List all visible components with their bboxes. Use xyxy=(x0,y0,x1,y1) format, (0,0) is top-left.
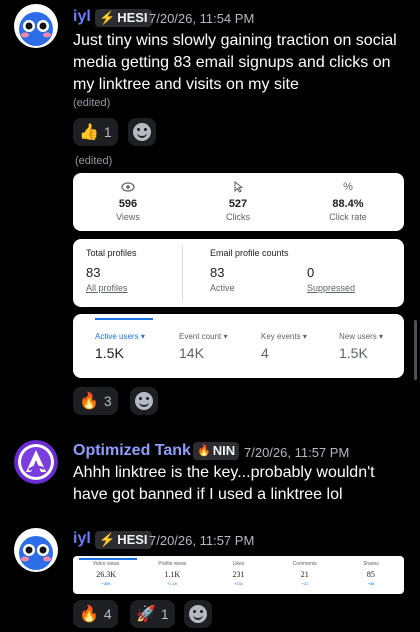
message-3: iyl ⚡ HESI 7/20/26, 11:57 PM Video views… xyxy=(0,524,420,632)
eye-icon xyxy=(73,181,183,195)
suppressed-link[interactable]: Suppressed xyxy=(307,283,355,293)
chevron-down-icon: ▾ xyxy=(302,332,307,341)
stat-label: Shares xyxy=(362,561,379,567)
reaction-count: 4 xyxy=(103,606,112,622)
social-stat-shares: Shares 85 +85 xyxy=(338,561,404,586)
reaction-rocket[interactable]: 🚀 1 xyxy=(130,600,175,628)
stat-value: 1.1K xyxy=(164,570,181,579)
edited-label: (edited) xyxy=(73,97,111,109)
add-reaction-button[interactable] xyxy=(184,600,212,628)
stat-label: Profile views xyxy=(158,561,187,567)
chevron-down-icon: ▾ xyxy=(140,332,145,341)
social-stats-card[interactable]: Video views 26.3K +26K Profile views 1.1K +1.… xyxy=(73,556,404,594)
stat-label: Video views xyxy=(92,561,120,567)
fire-icon: 🔥 xyxy=(79,606,99,623)
thumbs-up-icon: 👍 xyxy=(79,124,99,141)
avatar[interactable] xyxy=(14,528,58,572)
reaction-fire[interactable]: 🔥 3 xyxy=(73,387,118,415)
all-profiles-link[interactable]: All profiles xyxy=(86,283,128,293)
fire-icon: 🔥 xyxy=(79,393,99,410)
stat-delta: +1.1K xyxy=(166,581,178,586)
timestamp: 7/20/26, 11:57 PM xyxy=(244,445,350,460)
stat-value: 21 xyxy=(300,570,309,579)
social-stat-comments: Comments 21 +21 xyxy=(272,561,338,586)
reaction-count: 1 xyxy=(103,124,112,140)
suppressed-value: 0 xyxy=(307,265,315,280)
stat-views: 596 Views xyxy=(73,181,183,222)
guild-tag[interactable]: 🔥 NIN xyxy=(193,442,240,460)
analytics-card[interactable]: Active users ▾ 1.5K Event count ▾ 14K Ke… xyxy=(73,314,404,378)
percent-icon: % xyxy=(343,181,353,193)
attachment-edited-label: (edited) xyxy=(75,155,113,167)
metric-key-events[interactable]: Key events ▾ 4 xyxy=(261,332,307,361)
timestamp: 7/20/26, 11:54 PM xyxy=(149,11,255,26)
stat-value: 26.3K xyxy=(96,570,116,579)
stat-value: 231 xyxy=(232,570,245,579)
stat-delta: +26K xyxy=(101,581,111,586)
message-1: iyl ⚡ HESI 7/20/26, 11:54 PM Just tiny w… xyxy=(0,0,420,420)
add-reaction-button[interactable] xyxy=(130,387,158,415)
stat-delta: +21 xyxy=(301,581,309,586)
rocket-icon: 🚀 xyxy=(136,606,156,623)
guild-tag[interactable]: ⚡ HESI xyxy=(95,531,152,549)
guild-tag[interactable]: ⚡ HESI xyxy=(95,9,152,27)
smile-icon xyxy=(189,605,207,623)
message-text: Ahhh linktree is the key...probably woul… xyxy=(73,464,375,503)
smile-icon xyxy=(133,123,151,141)
social-stat-profile-views: Profile views 1.1K +1.1K xyxy=(139,561,205,586)
email-profile-counts-label: Email profile counts xyxy=(210,248,289,258)
metric-event-count[interactable]: Event count ▾ 14K xyxy=(179,332,228,361)
link-stats-card[interactable]: 596 Views 527 Clicks % 88.4% Click rate xyxy=(73,173,404,231)
total-profiles-value: 83 xyxy=(86,265,101,280)
author-name[interactable]: iyl xyxy=(73,8,91,26)
avatar[interactable] xyxy=(14,4,58,48)
social-stat-video-views: Video views 26.3K +26K xyxy=(73,561,139,586)
social-stats-row: Video views 26.3K +26K Profile views 1.1K +1.… xyxy=(73,561,404,591)
stat-clicks: 527 Clicks xyxy=(183,180,293,222)
scrollbar[interactable] xyxy=(414,320,417,380)
active-tab-indicator xyxy=(95,318,153,320)
stat-delta: +85 xyxy=(367,581,375,586)
add-reaction-button[interactable] xyxy=(128,118,156,146)
lightning-icon: ⚡ xyxy=(99,532,116,547)
profiles-card[interactable]: Total profiles 83 All profiles Email pro… xyxy=(73,239,404,307)
timestamp: 7/20/26, 11:57 PM xyxy=(149,533,255,548)
total-profiles-label: Total profiles xyxy=(86,248,137,258)
smile-icon xyxy=(135,392,153,410)
stat-click-rate: % 88.4% Click rate xyxy=(293,181,403,222)
reaction-count: 1 xyxy=(160,606,169,622)
author-name[interactable]: Optimized Tank xyxy=(73,442,191,460)
active-value: 83 xyxy=(210,265,225,280)
stat-delta: +231 xyxy=(233,581,243,586)
lightning-icon: ⚡ xyxy=(99,10,116,25)
stats-tab-indicator xyxy=(79,558,137,560)
stat-label: Comments xyxy=(292,561,317,567)
chevron-down-icon: ▾ xyxy=(223,332,228,341)
fire-icon: 🔥 xyxy=(197,445,211,457)
cursor-icon xyxy=(183,180,293,195)
message-2: Optimized Tank 🔥 NIN 7/20/26, 11:57 PM A… xyxy=(0,436,420,516)
metric-new-users[interactable]: New users ▾ 1.5K xyxy=(339,332,383,361)
avatar[interactable] xyxy=(14,440,58,484)
metric-active-users[interactable]: Active users ▾ 1.5K xyxy=(95,332,145,361)
chevron-down-icon: ▾ xyxy=(379,332,384,341)
reaction-fire[interactable]: 🔥 4 xyxy=(73,600,118,628)
stat-label: Likes xyxy=(232,561,245,567)
reaction-count: 3 xyxy=(103,393,112,409)
reaction-thumbs-up[interactable]: 👍 1 xyxy=(73,118,118,146)
author-name[interactable]: iyl xyxy=(73,530,91,548)
message-text: Just tiny wins slowly gaining traction o… xyxy=(73,32,397,93)
stat-value: 85 xyxy=(366,570,375,579)
social-stat-likes: Likes 231 +231 xyxy=(205,561,271,586)
divider xyxy=(182,245,183,301)
active-label: Active xyxy=(210,283,235,293)
